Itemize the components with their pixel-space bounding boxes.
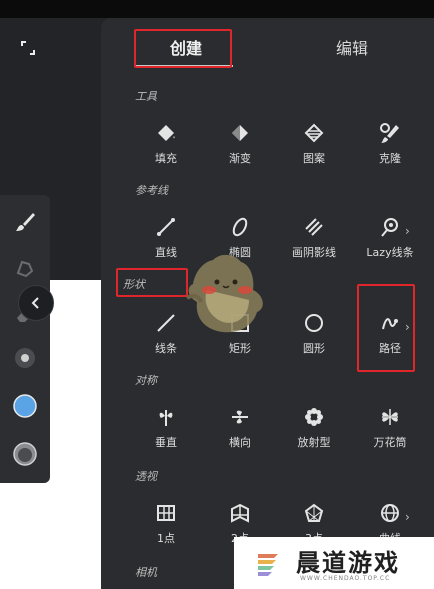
tool-label: 填充 [155,152,177,165]
logo-icon [258,554,278,576]
tool-label: 线条 [155,342,177,355]
curvilinear-perspective-icon [377,500,403,526]
line-shape-icon [153,310,179,336]
fill-bucket-icon [153,120,179,146]
collapse-toolbar-button[interactable] [18,285,54,321]
symmetry-vertical[interactable]: 垂直 [127,404,205,466]
smudge-icon [16,260,34,278]
chevron-left-icon [31,297,39,309]
circle-icon [301,310,327,336]
section-label-guides: 参考线 [135,184,168,197]
pattern-icon [301,120,327,146]
highlight-box-path [357,284,415,372]
tool-label: 矩形 [229,342,251,355]
fullscreen-icon[interactable] [20,40,36,56]
tool-label: 渐变 [229,152,251,165]
watermark-subtitle: WWW.CHENDAO.TOP.CC [300,575,391,582]
section-label-camera: 相机 [135,566,157,579]
tool-gradient[interactable]: 渐变 [201,120,279,182]
top-status-bar [0,0,434,18]
vertical-symmetry-icon [153,404,179,430]
guide-lazy-line[interactable]: Lazy线条 [351,214,429,276]
mascot-sticker [185,254,263,333]
one-point-perspective-icon [153,500,179,526]
kaleidoscope-icon [377,404,403,430]
two-point-perspective-icon [227,500,253,526]
smudge-tool-button[interactable] [10,253,40,283]
three-point-perspective-icon [301,500,327,526]
tool-clone[interactable]: 克隆 [351,120,429,182]
highlight-box-shapes [116,268,188,297]
tool-fill[interactable]: 填充 [127,120,205,182]
brush-icon [16,213,35,231]
line-guide-icon [153,214,179,240]
chevron-right-icon[interactable]: › [405,224,410,238]
chevron-right-icon[interactable]: › [405,510,410,524]
size-ring-icon [15,348,35,368]
section-label-tools: 工具 [135,90,157,103]
tool-label: 放射型 [297,436,331,449]
tool-label: 克隆 [379,152,401,165]
symmetry-horizontal[interactable]: 横向 [201,404,279,466]
guide-hatching[interactable]: 画阴影线 [275,214,353,276]
tool-label: 1点 [157,532,175,545]
hatching-icon [301,214,327,240]
tool-pattern[interactable]: 图案 [275,120,353,182]
perspective-1-point[interactable]: 1点 [127,500,205,562]
tool-label: 横向 [229,436,251,449]
watermark-title: 晨道游戏 [296,549,400,577]
watermark: 晨道游戏 WWW.CHENDAO.TOP.CC [234,537,434,589]
tool-label: 图案 [303,152,325,165]
layer-swatch-icon [13,442,37,466]
section-label-perspective: 透视 [135,470,157,483]
tool-label: 万花筒 [373,436,407,449]
tool-label: Lazy线条 [366,246,414,259]
left-toolbar [0,195,50,483]
tool-label: 圆形 [303,342,325,355]
gradient-icon [227,120,253,146]
tool-label: 画阴影线 [292,246,336,259]
symmetry-kaleidoscope[interactable]: 万花筒 [351,404,429,466]
brush-tool-button[interactable] [10,207,40,237]
color-swatch-icon [13,394,37,418]
section-label-symmetry: 对称 [135,374,157,387]
color-picker-button[interactable] [10,391,40,421]
ellipse-guide-icon [227,214,253,240]
clone-stamp-icon [377,120,403,146]
layers-button[interactable] [10,439,40,469]
brush-size-button[interactable] [10,343,40,373]
shape-circle[interactable]: 圆形 [275,310,353,372]
tab-edit[interactable]: 编辑 [307,34,397,64]
symmetry-radial[interactable]: 放射型 [275,404,353,466]
highlight-box-create-tab [134,29,232,68]
lazy-line-icon [377,214,403,240]
radial-symmetry-icon [301,404,327,430]
horizontal-symmetry-icon [227,404,253,430]
tool-label: 垂直 [155,436,177,449]
